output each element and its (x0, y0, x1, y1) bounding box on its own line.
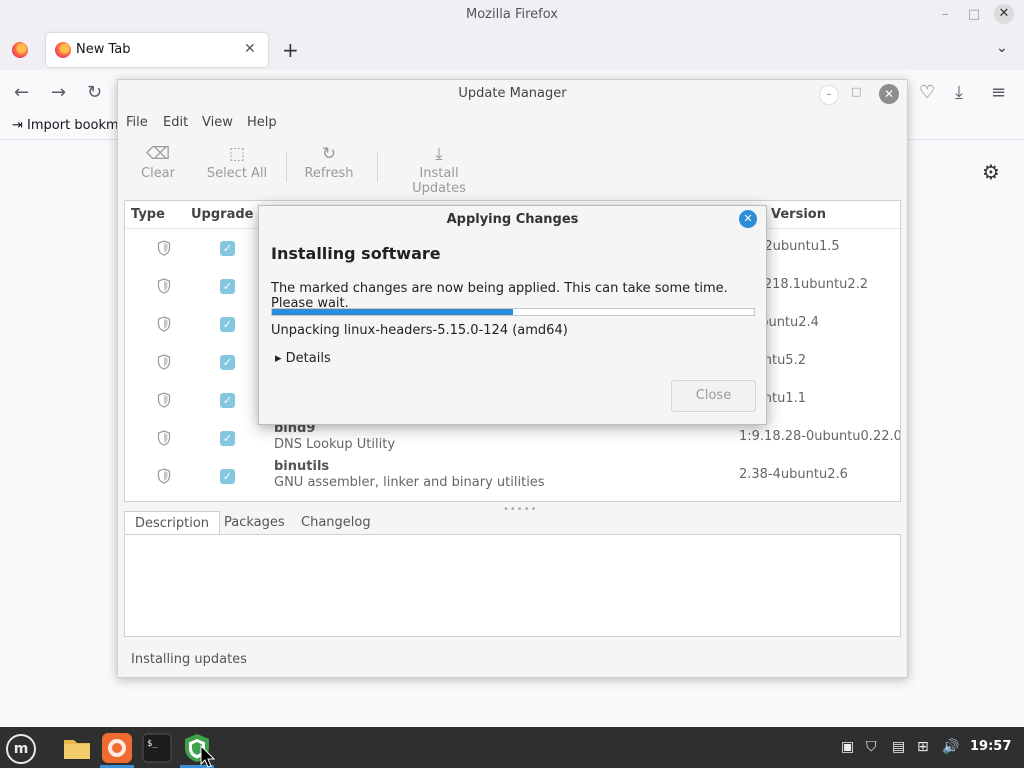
menu-help[interactable]: Help (247, 115, 277, 130)
dialog-message: The marked changes are now being applied… (271, 281, 728, 311)
list-all-tabs-icon[interactable]: ⌄ (996, 40, 1008, 56)
refresh-button[interactable]: ↻ Refresh (304, 144, 354, 181)
svg-text:$_: $_ (147, 739, 158, 749)
maximize-icon[interactable]: □ (851, 85, 861, 98)
mouse-cursor-icon (200, 745, 216, 768)
clear-icon: ⌫ (145, 144, 171, 164)
shield-tray-icon[interactable]: ⛉ (866, 739, 877, 755)
upgrade-checkbox[interactable]: ✓ (220, 241, 235, 256)
install-updates-button[interactable]: ⤓ Install Updates (392, 144, 486, 196)
upgrade-checkbox[interactable]: ✓ (220, 469, 235, 484)
dialog-heading: Installing software (271, 244, 441, 263)
close-icon[interactable]: ✕ (739, 210, 757, 228)
files-app-icon[interactable] (60, 731, 94, 765)
firefox-window-title: Mozilla Firefox (466, 7, 558, 22)
menu-file[interactable]: File (126, 115, 148, 130)
column-version[interactable]: Version (771, 207, 826, 222)
package-name: binutils (274, 459, 330, 474)
upgrade-checkbox[interactable]: ✓ (220, 317, 235, 332)
upgrade-checkbox[interactable]: ✓ (220, 393, 235, 408)
close-button[interactable]: Close (671, 380, 756, 412)
menu-edit[interactable]: Edit (163, 115, 188, 130)
tab-description[interactable]: Description (124, 511, 221, 535)
select-all-label: Select All (206, 166, 268, 181)
details-tabs: Description Packages Changelog (124, 511, 901, 535)
update-manager-title: Update Manager (458, 86, 567, 101)
tab-label: New Tab (76, 42, 131, 57)
terminal-app-icon[interactable]: $_ (140, 731, 174, 765)
tab-changelog[interactable]: Changelog (291, 511, 381, 535)
menubar: File Edit View Help (118, 112, 907, 136)
install-updates-label: Install Updates (412, 166, 466, 196)
shield-icon (157, 468, 171, 484)
dialog-title: Applying Changes (446, 212, 579, 227)
column-type[interactable]: Type (131, 207, 165, 222)
details-expander[interactable]: ▸ Details (275, 351, 331, 366)
new-tab-icon[interactable]: + (282, 38, 299, 62)
menu-view[interactable]: View (202, 115, 233, 130)
network-tray-icon[interactable]: ⊞ (917, 739, 929, 755)
toolbar-separator (286, 152, 287, 182)
forward-icon[interactable]: → (51, 82, 66, 103)
current-action-text: Unpacking linux-headers-5.15.0-124 (amd6… (271, 323, 568, 338)
back-icon[interactable]: ← (14, 82, 29, 103)
gear-icon[interactable]: ⚙ (982, 160, 1000, 184)
status-text: Installing updates (131, 652, 247, 667)
shield-icon (157, 430, 171, 446)
progress-bar-fill (272, 309, 513, 315)
hamburger-menu-icon[interactable]: ≡ (991, 82, 1006, 103)
close-icon[interactable]: ✕ (879, 84, 899, 104)
description-panel (124, 534, 901, 637)
upgrade-checkbox[interactable]: ✓ (220, 431, 235, 446)
pocket-icon[interactable]: ♡ (919, 82, 935, 103)
tab-packages[interactable]: Packages (214, 511, 295, 535)
clear-button[interactable]: ⌫ Clear (140, 144, 176, 181)
taskbar: m $_ ▣ ⛉ ▤ ⊞ 🔊 19:57 (0, 727, 1024, 768)
clock[interactable]: 19:57 (970, 739, 1011, 754)
maximize-icon[interactable]: □ (965, 6, 983, 24)
toolbar: ⌫ Clear ⬚ Select All ↻ Refresh ⤓ Install… (118, 138, 907, 196)
package-version: 1:9.18.28-0ubuntu0.22.04. (739, 429, 901, 444)
table-row[interactable]: ✓ binutils GNU assembler, linker and binar… (125, 457, 900, 495)
minimize-icon[interactable]: – (819, 85, 839, 105)
firefox-logo-icon (55, 42, 71, 58)
refresh-icon: ↻ (321, 144, 337, 164)
package-description: GNU assembler, linker and binary utiliti… (274, 475, 545, 490)
notes-tray-icon[interactable]: ▣ (841, 739, 854, 755)
package-version: 2.38-4ubuntu2.6 (739, 467, 848, 482)
import-bookmarks-label: Import bookm (27, 118, 119, 133)
details-label: Details (285, 351, 331, 366)
shield-icon (157, 354, 171, 370)
upgrade-checkbox[interactable]: ✓ (220, 279, 235, 294)
toolbar-separator (377, 152, 378, 182)
shield-icon (157, 278, 171, 294)
column-upgrade[interactable]: Upgrade (191, 207, 253, 222)
shield-icon (157, 240, 171, 256)
applying-changes-dialog: Applying Changes ✕ Installing software T… (258, 205, 767, 425)
package-description: DNS Lookup Utility (274, 437, 396, 452)
select-all-button[interactable]: ⬚ Select All (206, 144, 268, 181)
progress-bar (271, 308, 755, 316)
shield-icon (157, 392, 171, 408)
tab-close-icon[interactable]: ✕ (244, 41, 256, 57)
download-icon: ⤓ (435, 144, 443, 164)
tab-new-tab[interactable]: New Tab ✕ (46, 33, 268, 67)
expander-arrow-icon: ▸ (275, 351, 282, 366)
reload-icon[interactable]: ↻ (87, 82, 102, 103)
volume-tray-icon[interactable]: 🔊 (942, 739, 959, 755)
firefox-logo-icon[interactable] (12, 42, 28, 58)
refresh-label: Refresh (304, 166, 354, 181)
clipboard-tray-icon[interactable]: ▤ (892, 739, 905, 755)
shield-icon (157, 316, 171, 332)
close-icon[interactable]: ✕ (994, 4, 1014, 24)
select-all-icon: ⬚ (228, 144, 246, 164)
upgrade-checkbox[interactable]: ✓ (220, 355, 235, 370)
firefox-app-icon[interactable] (100, 731, 134, 765)
minimize-icon[interactable]: – (936, 6, 954, 24)
clear-label: Clear (141, 166, 175, 181)
import-icon: ⇥ (12, 118, 23, 133)
downloads-icon[interactable]: ⤓ (955, 82, 963, 103)
mint-menu-icon[interactable]: m (6, 734, 36, 764)
import-bookmarks-link[interactable]: ⇥ Import bookm (12, 118, 119, 133)
